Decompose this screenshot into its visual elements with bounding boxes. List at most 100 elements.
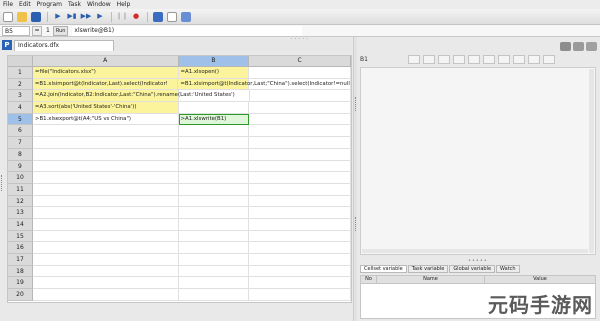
row-header[interactable]: 18 <box>8 265 33 278</box>
row-header[interactable]: 7 <box>8 137 33 149</box>
cell-a9[interactable] <box>32 160 179 173</box>
cell-a5[interactable]: >B1.xlsexport@t(A4;"US vs China") <box>32 113 179 126</box>
equals-button[interactable]: = <box>32 25 42 36</box>
cell-a10[interactable] <box>32 172 179 184</box>
export-icon[interactable] <box>438 55 450 64</box>
left-panel-grip[interactable] <box>1 175 4 191</box>
cell-b18[interactable] <box>178 265 250 278</box>
cell-c14[interactable] <box>249 218 351 231</box>
open-folder-icon[interactable] <box>17 11 27 22</box>
cell-a18[interactable] <box>32 265 179 278</box>
cell-b16[interactable] <box>178 242 250 254</box>
cell-c3[interactable] <box>249 90 351 103</box>
cell-b3[interactable] <box>178 90 250 103</box>
row-header[interactable]: 20 <box>8 289 33 301</box>
cell-c18[interactable] <box>249 265 351 278</box>
menu-program[interactable]: Program <box>37 1 62 8</box>
prev-page-icon[interactable] <box>468 55 480 64</box>
menu-window[interactable]: Window <box>87 1 111 8</box>
cell-c1[interactable] <box>249 67 351 79</box>
row-header[interactable]: 8 <box>8 148 33 161</box>
cell-c4[interactable] <box>249 102 351 114</box>
row-header[interactable]: 12 <box>8 195 33 208</box>
row-header[interactable]: 1 <box>8 67 33 79</box>
menu-help[interactable]: Help <box>117 1 131 8</box>
last-page-icon[interactable] <box>498 55 510 64</box>
header-name[interactable]: Name <box>377 276 485 283</box>
cell-c17[interactable] <box>249 254 351 266</box>
cell-a3[interactable]: =A2.join(Indicator,B2:Indicator,Last:"Ch… <box>32 90 235 103</box>
cell-c15[interactable] <box>249 230 351 243</box>
database-icon[interactable] <box>560 42 571 51</box>
cell-b11[interactable] <box>178 183 250 196</box>
row-header[interactable]: 9 <box>8 160 33 173</box>
save-icon[interactable] <box>31 11 41 22</box>
row-header[interactable]: 6 <box>8 125 33 138</box>
row-header[interactable]: 10 <box>8 172 33 184</box>
new-file-icon[interactable] <box>3 11 13 22</box>
lock-icon[interactable] <box>543 55 555 64</box>
chart-icon[interactable] <box>528 55 540 64</box>
cell-a19[interactable] <box>32 277 179 290</box>
row-header[interactable]: 3 <box>8 90 33 103</box>
cell-c13[interactable] <box>249 207 351 219</box>
menu-task[interactable]: Task <box>68 1 81 8</box>
panel-splitter-grip[interactable]: ••••• <box>468 258 488 264</box>
cell-b2[interactable]: =B1.xlsimport@t(Indicator,Last;"China").… <box>178 78 351 91</box>
cell-c11[interactable] <box>249 183 351 196</box>
row-header[interactable]: 4 <box>8 102 33 114</box>
menu-edit[interactable]: Edit <box>19 1 31 8</box>
cell-c9[interactable] <box>249 160 351 173</box>
paste-icon[interactable] <box>423 55 435 64</box>
tab-cellset-variable[interactable]: Cellset variable <box>360 265 407 273</box>
copy-icon[interactable] <box>408 55 420 64</box>
cell-c7[interactable] <box>249 137 351 149</box>
options-icon[interactable] <box>181 11 191 22</box>
cell-a6[interactable] <box>32 125 179 138</box>
first-page-icon[interactable] <box>453 55 465 64</box>
tab-global-variable[interactable]: Global variable <box>449 265 496 273</box>
header-value[interactable]: Value <box>485 276 595 283</box>
cell-a2[interactable]: =B1.xlsimport@t(Indicator,Last).select(I… <box>32 78 179 91</box>
cell-b6[interactable] <box>178 125 250 138</box>
calculate-icon[interactable] <box>153 11 163 22</box>
run-button[interactable]: Run <box>52 25 69 36</box>
cell-b20[interactable] <box>178 289 250 301</box>
row-header[interactable]: 2 <box>8 78 33 91</box>
cell-a7[interactable] <box>32 137 179 149</box>
row-header[interactable]: 16 <box>8 242 33 254</box>
cell-b13[interactable] <box>178 207 250 219</box>
remote-icon[interactable] <box>573 42 584 51</box>
cell-b12[interactable] <box>178 195 250 208</box>
vertical-splitter[interactable] <box>353 37 357 321</box>
formula-input[interactable]: xlswrite@B1) <box>72 25 303 36</box>
pause-icon[interactable]: ❙❙ <box>116 12 128 22</box>
cell-a17[interactable] <box>32 254 179 266</box>
cell-b4[interactable] <box>178 102 250 114</box>
cell-c10[interactable] <box>249 172 351 184</box>
run-icon[interactable]: ▶ <box>53 12 63 22</box>
cell-a20[interactable] <box>32 289 179 301</box>
cell-c12[interactable] <box>249 195 351 208</box>
row-header[interactable]: 14 <box>8 218 33 231</box>
value-view-vertical-scrollbar[interactable] <box>589 69 594 253</box>
row-header[interactable]: 19 <box>8 277 33 290</box>
cell-b19[interactable] <box>178 277 250 290</box>
step-into-icon[interactable]: ▶▶ <box>81 12 92 22</box>
tab-task-variable[interactable]: Task variable <box>407 265 449 273</box>
file-tab-indicators[interactable]: Indicators.dfx <box>14 39 114 51</box>
cell-a13[interactable] <box>32 207 179 219</box>
cell-a14[interactable] <box>32 218 179 231</box>
zoom-icon[interactable] <box>513 55 525 64</box>
row-header[interactable]: 11 <box>8 183 33 196</box>
grid-corner[interactable] <box>8 56 33 67</box>
row-header[interactable]: 13 <box>8 207 33 219</box>
cell-c20[interactable] <box>249 289 351 301</box>
cell-a12[interactable] <box>32 195 179 208</box>
cell-b5[interactable]: >A1.xlswrite(B1) <box>178 113 250 126</box>
cell-a16[interactable] <box>32 242 179 254</box>
cell-b14[interactable] <box>178 218 250 231</box>
cell-b1[interactable]: =A1.xlsopen() <box>178 67 250 79</box>
cell-c19[interactable] <box>249 277 351 290</box>
cell-b10[interactable] <box>178 172 250 184</box>
